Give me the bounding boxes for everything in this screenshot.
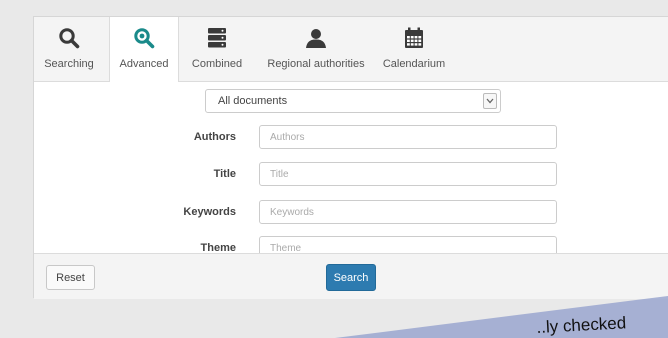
chevron-down-icon bbox=[486, 98, 494, 104]
search-icon bbox=[59, 28, 80, 49]
tab-advanced[interactable]: Advanced bbox=[109, 17, 179, 82]
tab-regional-authorities[interactable]: Regional authorities bbox=[260, 17, 372, 81]
authors-input[interactable] bbox=[259, 125, 557, 149]
authors-label: Authors bbox=[193, 131, 236, 143]
tab-label: Calendarium bbox=[382, 58, 446, 70]
title-label: Title bbox=[213, 168, 236, 180]
tab-searching[interactable]: Searching bbox=[34, 17, 104, 81]
calendar-icon bbox=[405, 27, 423, 48]
search-panel: Searching Advanced Combined Regional aut… bbox=[33, 16, 668, 299]
keywords-input[interactable] bbox=[259, 200, 557, 224]
advanced-search-icon bbox=[134, 28, 155, 49]
tab-label: Advanced bbox=[119, 58, 169, 70]
tab-combined[interactable]: Combined bbox=[184, 17, 250, 81]
tab-label: Searching bbox=[44, 58, 94, 70]
title-input[interactable] bbox=[259, 162, 557, 186]
document-type-select[interactable]: All documents bbox=[205, 89, 501, 113]
dropdown-toggle[interactable] bbox=[483, 93, 497, 109]
search-button[interactable]: Search bbox=[326, 264, 376, 291]
banner-text: ..ly checked bbox=[536, 313, 627, 337]
form-footer: Reset Search bbox=[34, 253, 668, 299]
keywords-label: Keywords bbox=[183, 206, 236, 218]
tab-calendarium[interactable]: Calendarium bbox=[372, 17, 456, 81]
tab-label: Combined bbox=[191, 58, 243, 70]
person-icon bbox=[306, 29, 326, 48]
search-tabs: Searching Advanced Combined Regional aut… bbox=[34, 17, 668, 82]
stack-icon bbox=[208, 28, 226, 48]
reset-button[interactable]: Reset bbox=[46, 265, 95, 290]
document-type-value: All documents bbox=[218, 95, 288, 107]
tab-label: Regional authorities bbox=[267, 58, 365, 70]
